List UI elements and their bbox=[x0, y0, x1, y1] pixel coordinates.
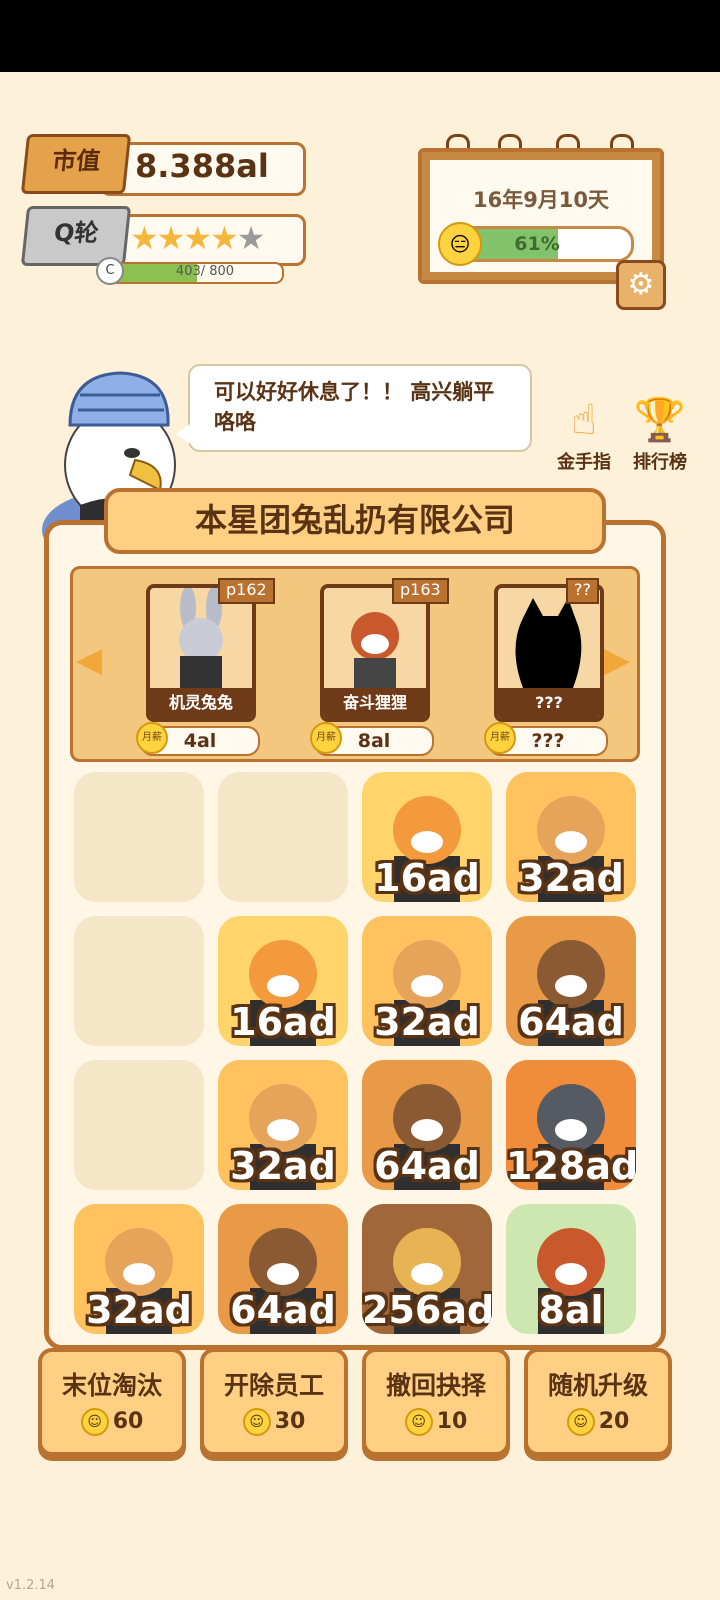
salary-coin-icon: 月薪 bbox=[310, 722, 342, 754]
empty-grid-cell[interactable] bbox=[74, 916, 204, 1046]
cost-value: 20 bbox=[598, 1409, 630, 1434]
empty-grid-cell[interactable] bbox=[74, 772, 204, 902]
eliminate-last-label: 末位淘汰 bbox=[61, 1371, 162, 1400]
star-filled-icon: ★ bbox=[210, 219, 239, 257]
tile-value-label: 32ad bbox=[86, 1288, 192, 1332]
market-value-label: 市值 bbox=[50, 147, 102, 175]
employee-tile[interactable]: 256ad bbox=[362, 1204, 492, 1334]
undo-choice-cost: ☺ 10 bbox=[366, 1408, 506, 1436]
calendar-date: 16年9月10天 bbox=[472, 188, 610, 212]
tile-value-label: 32ad bbox=[230, 1144, 336, 1188]
employee-card[interactable]: 机灵兔兔 bbox=[146, 584, 256, 722]
employee-tile[interactable]: 64ad bbox=[362, 1060, 492, 1190]
golden-finger-button[interactable]: ☝ 金手指 bbox=[546, 388, 622, 474]
rating-stars: ★★★★★ bbox=[130, 219, 266, 257]
xp-badge: C bbox=[96, 257, 124, 285]
tile-value-label: 32ad bbox=[374, 1000, 480, 1044]
fire-employee-button[interactable]: 开除员工 ☺ 30 bbox=[200, 1348, 348, 1456]
cost-value: 30 bbox=[274, 1409, 306, 1434]
star-filled-icon: ★ bbox=[183, 219, 212, 257]
employee-tile[interactable]: 32ad bbox=[362, 916, 492, 1046]
employee-tile[interactable]: 16ad bbox=[362, 772, 492, 902]
employee-card-name: ??? bbox=[498, 688, 600, 718]
tile-value-label: 32ad bbox=[518, 856, 624, 900]
cost-value: 60 bbox=[112, 1409, 144, 1434]
mood-face-icon: 😑 bbox=[438, 222, 482, 266]
tile-value-label: 8al bbox=[538, 1288, 604, 1332]
employee-card-locked[interactable]: ??? bbox=[494, 584, 604, 722]
employee-card-tag: p163 bbox=[392, 578, 449, 604]
employee-card-tag: ?? bbox=[566, 578, 599, 604]
smile-icon: ☺ bbox=[80, 1408, 109, 1436]
tile-value-label: 64ad bbox=[374, 1144, 480, 1188]
tile-value-label: 128ad bbox=[506, 1144, 636, 1188]
smile-icon: ☺ bbox=[404, 1408, 433, 1436]
employee-tile[interactable]: 32ad bbox=[506, 772, 636, 902]
employee-card-tag: p162 bbox=[218, 578, 275, 604]
random-upgrade-cost: ☺ 20 bbox=[528, 1408, 668, 1436]
undo-choice-button[interactable]: 撤回抉择 ☺ 10 bbox=[362, 1348, 510, 1456]
golden-finger-label: 金手指 bbox=[557, 452, 611, 473]
eliminate-last-button[interactable]: 末位淘汰 ☺ 60 bbox=[38, 1348, 186, 1456]
cost-value: 10 bbox=[436, 1409, 468, 1434]
star-empty-icon: ★ bbox=[236, 219, 266, 257]
carousel-prev-arrow-icon[interactable]: ◀ bbox=[76, 640, 102, 680]
empty-grid-cell[interactable] bbox=[218, 772, 348, 902]
employee-tile[interactable]: 16ad bbox=[218, 916, 348, 1046]
pointing-hand-icon: ☝ bbox=[571, 395, 597, 444]
leaderboard-button[interactable]: 🏆 排行榜 bbox=[622, 388, 698, 474]
fire-employee-label: 开除员工 bbox=[223, 1371, 324, 1400]
employee-tile[interactable]: 8al bbox=[506, 1204, 636, 1334]
salary-coin-icon: 月薪 bbox=[136, 722, 168, 754]
dialog-bubble-tail bbox=[176, 424, 190, 444]
status-bar bbox=[0, 0, 720, 72]
dialog-text: 可以好好休息了！！ 高兴躺平咯咯 bbox=[214, 380, 495, 434]
employee-tile[interactable]: 32ad bbox=[74, 1204, 204, 1334]
random-upgrade-label: 随机升级 bbox=[547, 1371, 648, 1400]
leaderboard-label: 排行榜 bbox=[633, 452, 687, 473]
company-name: 本星团兔乱扔有限公司 bbox=[194, 501, 515, 539]
tile-value-label: 64ad bbox=[518, 1000, 624, 1044]
star-filled-icon: ★ bbox=[156, 219, 186, 257]
smile-icon: ☺ bbox=[242, 1408, 271, 1436]
employee-tile[interactable]: 64ad bbox=[506, 916, 636, 1046]
round-label: Q轮 bbox=[52, 219, 100, 247]
eliminate-last-cost: ☺ 60 bbox=[42, 1408, 182, 1436]
employee-card-name: 机灵兔兔 bbox=[150, 688, 252, 718]
tile-value-label: 64ad bbox=[230, 1288, 336, 1332]
trophy-icon: 🏆 bbox=[633, 395, 687, 444]
random-upgrade-button[interactable]: 随机升级 ☺ 20 bbox=[524, 1348, 672, 1456]
employee-card-name: 奋斗狸狸 bbox=[324, 688, 426, 718]
xp-text: 403/ 800 bbox=[175, 264, 235, 279]
tile-value-label: 16ad bbox=[230, 1000, 336, 1044]
fire-employee-cost: ☺ 30 bbox=[204, 1408, 344, 1436]
employee-tile[interactable]: 32ad bbox=[218, 1060, 348, 1190]
market-value: 8.388al bbox=[135, 147, 269, 185]
employee-tile[interactable]: 64ad bbox=[218, 1204, 348, 1334]
market-value-tag: 市值 bbox=[20, 134, 132, 194]
smile-icon: ☺ bbox=[566, 1408, 595, 1436]
star-filled-icon: ★ bbox=[130, 219, 159, 257]
carousel-next-arrow-icon[interactable]: ▶ bbox=[604, 640, 630, 680]
employee-card[interactable]: 奋斗狸狸 bbox=[320, 584, 430, 722]
undo-choice-label: 撤回抉择 bbox=[385, 1371, 486, 1400]
settings-gear-icon[interactable]: ⚙ bbox=[616, 260, 666, 310]
version-label: v1.2.14 bbox=[6, 1578, 56, 1593]
salary-coin-icon: 月薪 bbox=[484, 722, 516, 754]
tile-value-label: 256ad bbox=[362, 1288, 492, 1332]
empty-grid-cell[interactable] bbox=[74, 1060, 204, 1190]
employee-tile[interactable]: 128ad bbox=[506, 1060, 636, 1190]
tile-value-label: 16ad bbox=[374, 856, 480, 900]
